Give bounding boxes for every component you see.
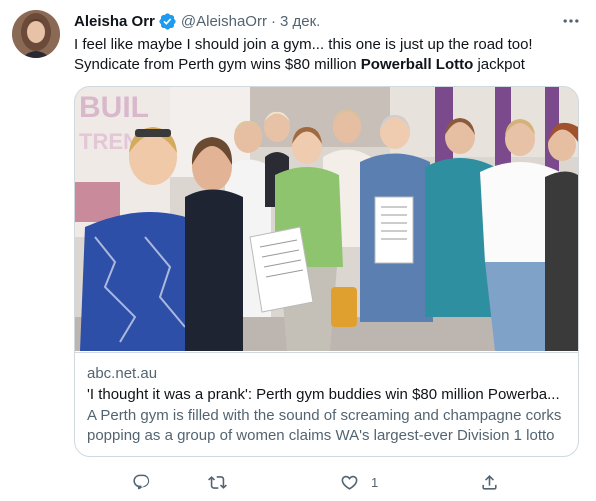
reply-button[interactable]: [132, 470, 163, 494]
card-title: 'I thought it was a prank': Perth gym bu…: [87, 386, 560, 403]
tweet-text-bold: Powerball Lotto: [360, 56, 474, 73]
separator-dot: ·: [270, 12, 276, 30]
link-card[interactable]: BUIL TRENG abc.net.au 'I thought it was …: [74, 86, 579, 457]
reply-icon: [133, 474, 150, 489]
like-count: 1: [371, 474, 379, 490]
more-options-icon: [563, 19, 579, 23]
gym-wall-text-icon: BUIL: [79, 91, 149, 124]
share-icon: [482, 474, 497, 490]
share-button[interactable]: [480, 470, 511, 494]
retweet-button[interactable]: [208, 470, 239, 494]
tweet-actions: 1: [74, 470, 544, 494]
card-description: A Perth gym is filled with the sound of …: [87, 407, 562, 457]
card-image[interactable]: BUIL TRENG: [75, 87, 578, 351]
card-domain: abc.net.au: [87, 365, 158, 382]
retweet-icon: [208, 475, 227, 489]
card-body[interactable]: abc.net.au 'I thought it was a prank': P…: [75, 352, 578, 457]
timestamp[interactable]: 3 дек.: [280, 13, 320, 30]
tweet-text-prefix: Syndicate from Perth gym wins $80 millio…: [74, 56, 361, 73]
avatar[interactable]: [12, 10, 60, 58]
more-options-button[interactable]: [556, 9, 586, 33]
author-handle[interactable]: @AleishaOrr: [181, 13, 267, 30]
author-name[interactable]: Aleisha Orr: [74, 13, 155, 30]
tweet-text-line2: Syndicate from Perth gym wins $80 millio…: [74, 55, 584, 75]
verified-badge-icon: [158, 12, 177, 31]
tweet-text: I feel like maybe I should join a gym...…: [74, 35, 584, 75]
tweet-text-line1: I feel like maybe I should join a gym...…: [74, 36, 533, 53]
like-button[interactable]: 1: [340, 470, 378, 494]
tweet-text-suffix: jackpot: [473, 56, 525, 73]
like-icon: [341, 475, 358, 490]
tweet-header: Aleisha Orr @AleishaOrr · 3 дек.: [74, 11, 320, 31]
tweet[interactable]: Aleisha Orr @AleishaOrr · 3 дек. I feel …: [0, 0, 596, 501]
